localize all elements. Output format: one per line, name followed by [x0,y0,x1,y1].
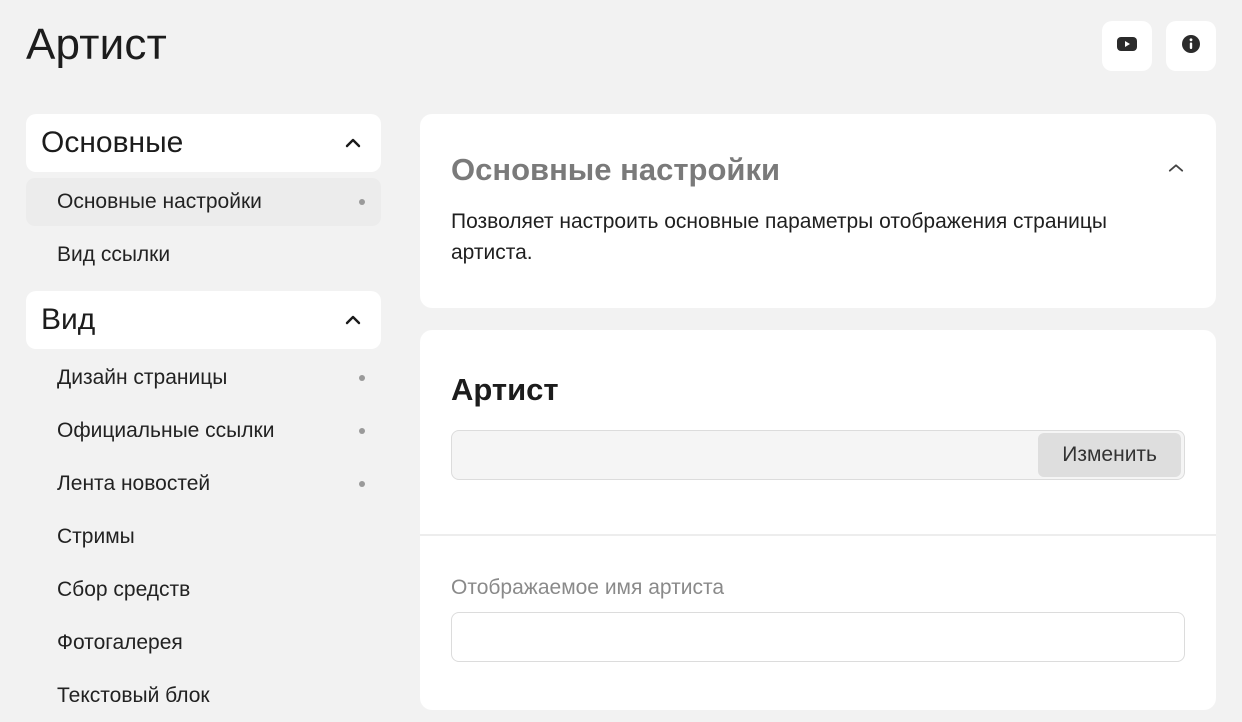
artist-settings-page: Артист Основные Основные настройки Вид с… [0,0,1242,722]
sidebar-item-label: Фотогалерея [57,631,183,654]
sidebar-item-photo-gallery[interactable]: Фотогалерея [26,619,381,667]
info-button[interactable] [1166,21,1216,71]
sidebar-item-streams[interactable]: Стримы [26,513,381,561]
artist-field: Изменить [451,430,1185,480]
chevron-up-icon[interactable] [1168,160,1184,176]
sidebar-item-news-feed[interactable]: Лента новостей [26,460,381,508]
sidebar-item-text-block[interactable]: Текстовый блок [26,672,381,720]
sidebar-item-label: Вид ссылки [57,243,171,266]
change-artist-button[interactable]: Изменить [1038,433,1181,477]
sidebar-item-label: Сбор средств [57,578,191,601]
artist-section-title: Артист [451,372,559,407]
sidebar-group-title: Вид [41,303,96,336]
video-button[interactable] [1102,21,1152,71]
sidebar-item-official-links[interactable]: Официальные ссылки [26,407,381,455]
page-title: Артист [26,20,167,69]
sidebar-item-main-settings[interactable]: Основные настройки [26,178,381,226]
sidebar-group-view: Вид Дизайн страницы Официальные ссылки Л… [26,291,381,720]
info-card-title: Основные настройки [451,152,781,187]
top-actions [1102,21,1216,71]
status-dot [359,375,365,381]
video-icon [1117,36,1137,57]
artist-card: Артист Изменить Отображаемое имя артиста [420,330,1216,710]
sidebar-group-header-view[interactable]: Вид [26,291,381,349]
sidebar-item-label: Официальные ссылки [57,419,275,442]
sidebar-item-label: Лента новостей [57,472,211,495]
sidebar-group-main: Основные Основные настройки Вид ссылки [26,114,381,279]
display-name-input[interactable] [451,612,1185,662]
display-name-section: Отображаемое имя артиста [420,536,1216,662]
chevron-up-icon [345,135,361,151]
sidebar-item-label: Дизайн страницы [57,366,228,389]
display-name-label: Отображаемое имя артиста [451,576,724,599]
sidebar-item-page-design[interactable]: Дизайн страницы [26,354,381,402]
sidebar-item-link-view[interactable]: Вид ссылки [26,231,381,279]
chevron-up-icon [345,312,361,328]
sidebar-item-fundraising[interactable]: Сбор средств [26,566,381,614]
info-card: Основные настройки Позволяет настроить о… [420,114,1216,308]
sidebar-group-title: Основные [41,126,184,159]
sidebar: Основные Основные настройки Вид ссылки В… [26,114,381,720]
info-icon [1182,34,1200,58]
artist-section: Артист Изменить [420,330,1216,536]
sidebar-group-header-main[interactable]: Основные [26,114,381,172]
status-dot [359,428,365,434]
status-dot [359,199,365,205]
info-card-description: Позволяет настроить основные параметры о… [451,210,1107,264]
sidebar-item-label: Основные настройки [57,190,262,213]
sidebar-item-label: Стримы [57,525,135,548]
sidebar-item-label: Текстовый блок [57,684,210,707]
info-card-header[interactable]: Основные настройки [451,148,1184,188]
status-dot [359,481,365,487]
